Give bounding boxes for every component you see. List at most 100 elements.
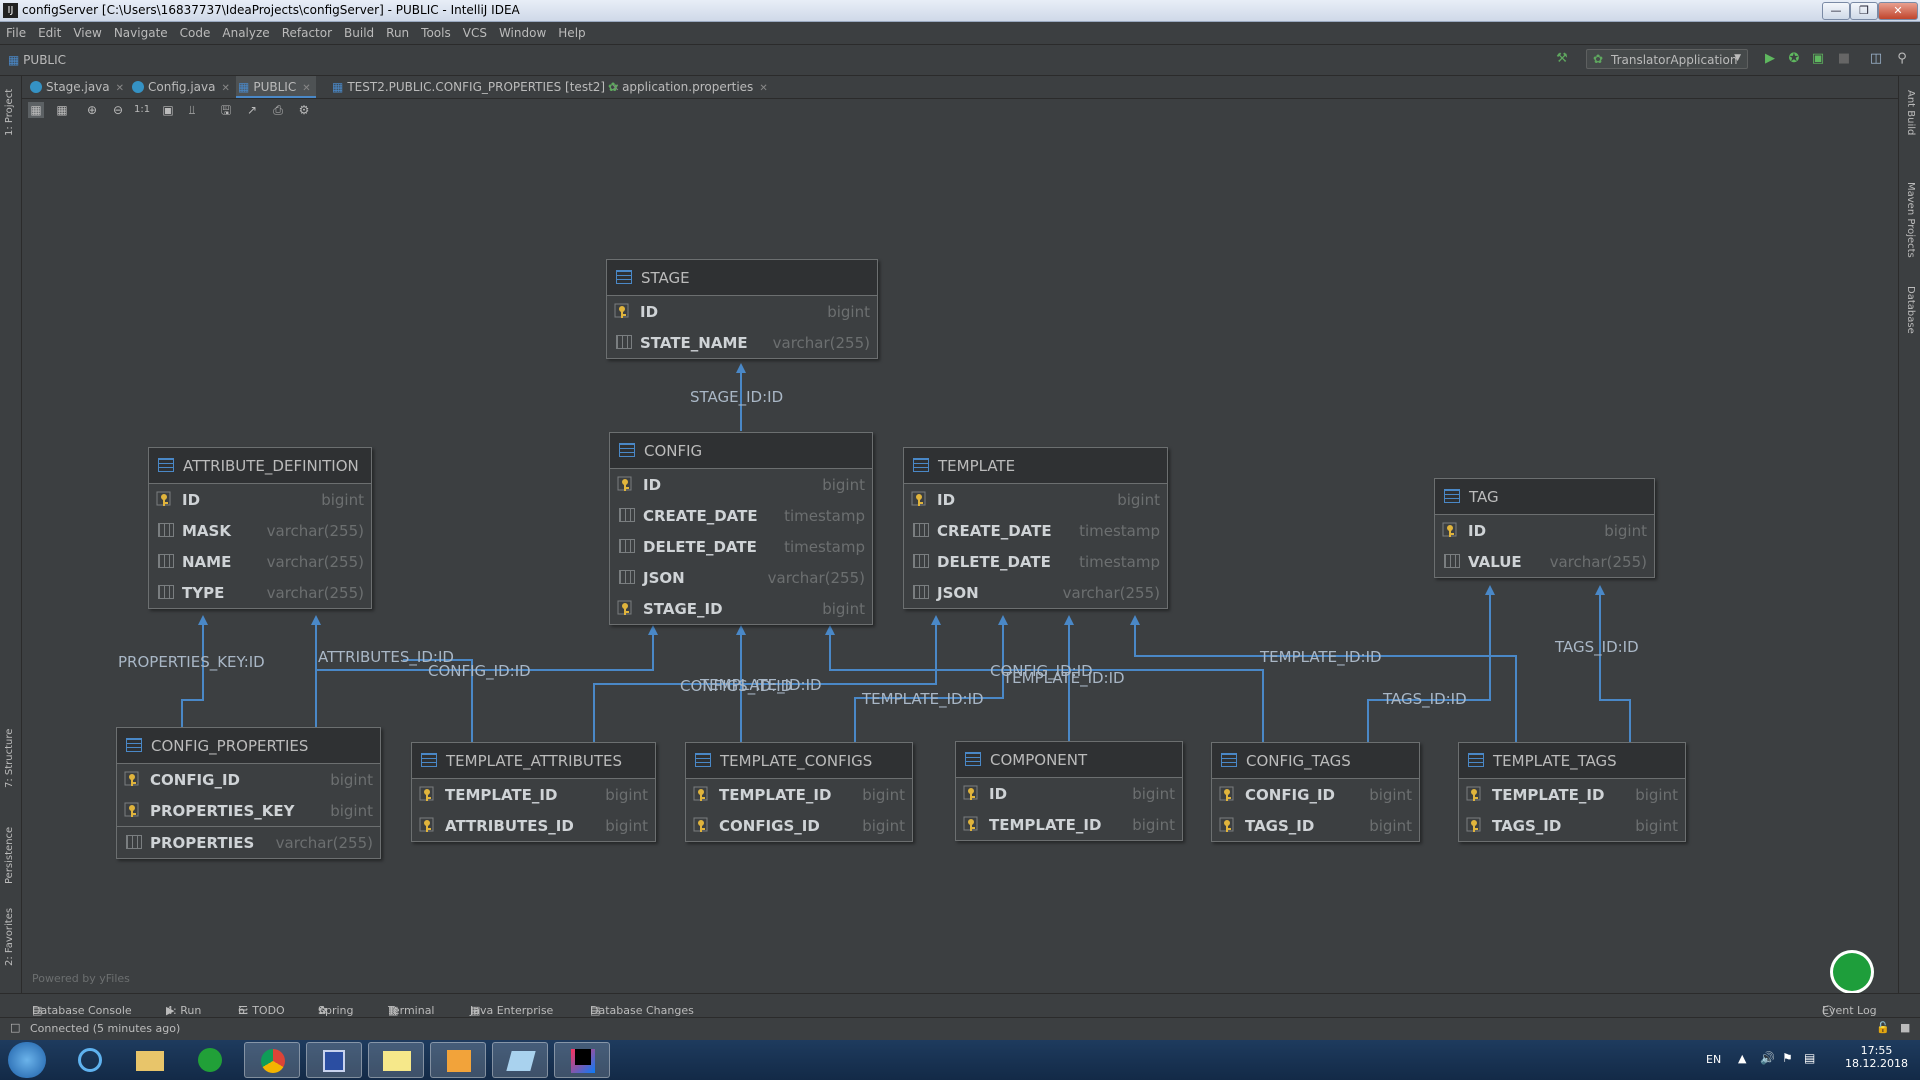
intellij-icon[interactable] xyxy=(554,1042,610,1078)
tool-label: Spring xyxy=(318,1004,354,1017)
column-row[interactable]: ID bigint xyxy=(1435,515,1654,546)
column-name: DELETE_DATE xyxy=(937,553,1051,571)
powered-by-label: Powered by yFiles xyxy=(32,972,130,985)
column-row[interactable]: JSON varchar(255) xyxy=(904,577,1167,608)
column-type: bigint xyxy=(321,491,364,509)
edge-label-template-id-tags: TEMPLATE_ID:ID xyxy=(1260,648,1382,666)
column-row[interactable]: TYPE varchar(255) xyxy=(149,577,371,608)
column-name: TAGS_ID xyxy=(1245,817,1315,835)
column-type: bigint xyxy=(1635,817,1678,835)
column-row[interactable]: STAGE_ID bigint xyxy=(610,593,872,624)
primary-key-icon xyxy=(963,816,978,831)
sber-icon[interactable] xyxy=(182,1042,238,1078)
column-row[interactable]: TEMPLATE_ID bigint xyxy=(412,779,655,810)
action-center-flag-icon[interactable]: ⚑ xyxy=(1782,1051,1793,1065)
system-clock[interactable]: 17:55 18.12.2018 xyxy=(1845,1044,1908,1070)
chrome-icon[interactable] xyxy=(244,1042,300,1078)
tray-arrow-icon[interactable]: ▲ xyxy=(1738,1052,1746,1065)
column-row[interactable]: NAME varchar(255) xyxy=(149,546,371,577)
paper-icon[interactable] xyxy=(492,1042,548,1078)
column-row[interactable]: JSON varchar(255) xyxy=(610,562,872,593)
table-attribute-definition[interactable]: ATTRIBUTE_DEFINITION ID bigint MASK varchar(… xyxy=(148,447,372,609)
column-name: TYPE xyxy=(182,584,225,602)
column-row[interactable]: MASK varchar(255) xyxy=(149,515,371,546)
column-name: CONFIG_ID xyxy=(1245,786,1335,804)
column-row[interactable]: CONFIGS_ID bigint xyxy=(686,810,912,841)
table-icon xyxy=(158,458,174,472)
column-type: bigint xyxy=(822,600,865,618)
column-type: timestamp xyxy=(1079,553,1160,571)
primary-key-icon xyxy=(693,817,708,832)
column-type: timestamp xyxy=(784,538,865,556)
table-template[interactable]: TEMPLATE ID bigint CREATE_DATE timestamp DELE… xyxy=(903,447,1168,609)
column-row[interactable]: TEMPLATE_ID bigint xyxy=(686,779,912,810)
explorer-icon[interactable] xyxy=(122,1042,178,1078)
table-icon xyxy=(1444,489,1460,503)
column-row[interactable]: ATTRIBUTES_ID bigint xyxy=(412,810,655,841)
column-type: bigint xyxy=(1117,491,1160,509)
column-row[interactable]: CONFIG_ID bigint xyxy=(1212,779,1419,810)
primary-key-icon xyxy=(1219,817,1234,832)
column-icon xyxy=(913,585,929,599)
column-row[interactable]: ID bigint xyxy=(607,296,877,327)
status-toggle-icon[interactable]: □ xyxy=(10,1021,20,1034)
column-row[interactable]: ID bigint xyxy=(610,469,872,500)
column-row[interactable]: VALUE varchar(255) xyxy=(1435,546,1654,577)
column-row[interactable]: TEMPLATE_ID bigint xyxy=(1459,779,1685,810)
column-name: MASK xyxy=(182,522,231,540)
tool-label: Event Log xyxy=(1822,1004,1877,1017)
column-name: ID xyxy=(182,491,201,509)
table-config[interactable]: CONFIG ID bigint CREATE_DATE timestamp DELETE… xyxy=(609,432,873,625)
table-icon xyxy=(619,443,635,457)
column-type: bigint xyxy=(330,802,373,820)
column-name: ID xyxy=(1468,522,1487,540)
primary-key-icon xyxy=(124,771,139,786)
notes-icon[interactable] xyxy=(368,1042,424,1078)
column-row[interactable]: CREATE_DATE timestamp xyxy=(610,500,872,531)
column-type: bigint xyxy=(1132,785,1175,803)
lock-icon[interactable]: 🔓 xyxy=(1876,1021,1890,1034)
table-stage[interactable]: STAGE ID bigint STATE_NAME varchar(255) xyxy=(606,259,878,359)
column-row[interactable]: TAGS_ID bigint xyxy=(1212,810,1419,841)
column-row[interactable]: ID bigint xyxy=(149,484,371,515)
table-config-tags[interactable]: CONFIG_TAGS CONFIG_ID bigint TAGS_ID bigint xyxy=(1211,742,1420,842)
column-row[interactable]: CONFIG_ID bigint xyxy=(117,764,380,795)
ie-icon[interactable] xyxy=(62,1042,118,1078)
table-tag[interactable]: TAG ID bigint VALUE varchar(255) xyxy=(1434,478,1655,578)
column-row[interactable]: ID bigint xyxy=(956,778,1182,809)
column-icon xyxy=(619,508,635,522)
column-row[interactable]: DELETE_DATE timestamp xyxy=(904,546,1167,577)
column-row[interactable]: DELETE_DATE timestamp xyxy=(610,531,872,562)
table-component[interactable]: COMPONENT ID bigint TEMPLATE_ID bigint xyxy=(955,741,1183,841)
column-row[interactable]: STATE_NAME varchar(255) xyxy=(607,327,877,358)
network-icon[interactable]: ▤ xyxy=(1804,1051,1815,1065)
column-name: CREATE_DATE xyxy=(643,507,758,525)
edge-label-tags-id-config: TAGS_ID:ID xyxy=(1383,690,1467,708)
save-icon[interactable] xyxy=(306,1042,362,1078)
column-type: bigint xyxy=(822,476,865,494)
column-row[interactable]: ID bigint xyxy=(904,484,1167,515)
volume-icon[interactable]: 🔊 xyxy=(1760,1051,1775,1065)
edge-config-properties-key xyxy=(181,615,208,727)
primary-key-icon xyxy=(911,491,926,506)
tool-windows-bar: ▤ Database Console ▶ 4: Run ☰ 6: TODO ✿ … xyxy=(0,993,1920,1018)
table-template-tags[interactable]: TEMPLATE_TAGS TEMPLATE_ID bigint TAGS_ID big… xyxy=(1458,742,1686,842)
column-row[interactable]: PROPERTIES varchar(255) xyxy=(117,827,380,858)
table-name: TEMPLATE xyxy=(938,457,1016,475)
status-bar: □ Connected (5 minutes ago) 🔓 ■ xyxy=(0,1017,1920,1040)
column-row[interactable]: PROPERTIES_KEY bigint xyxy=(117,795,380,826)
outlook-icon[interactable] xyxy=(430,1042,486,1078)
column-row[interactable]: CREATE_DATE timestamp xyxy=(904,515,1167,546)
column-name: TAGS_ID xyxy=(1492,817,1562,835)
start-orb-icon[interactable] xyxy=(8,1042,46,1078)
memory-indicator-icon[interactable]: ■ xyxy=(1900,1021,1910,1034)
table-template-attributes[interactable]: TEMPLATE_ATTRIBUTES TEMPLATE_ID bigint ATTR… xyxy=(411,742,656,842)
column-row[interactable]: TEMPLATE_ID bigint xyxy=(956,809,1182,840)
table-name: TAG xyxy=(1469,488,1499,506)
table-template-configs[interactable]: TEMPLATE_CONFIGS TEMPLATE_ID bigint CONFIGS… xyxy=(685,742,913,842)
edge-template-configs-template xyxy=(854,615,1008,742)
table-config-properties[interactable]: CONFIG_PROPERTIES CONFIG_ID bigint PROPERTI… xyxy=(116,727,381,859)
column-row[interactable]: TAGS_ID bigint xyxy=(1459,810,1685,841)
language-indicator[interactable]: EN xyxy=(1706,1053,1721,1066)
column-type: bigint xyxy=(605,786,648,804)
